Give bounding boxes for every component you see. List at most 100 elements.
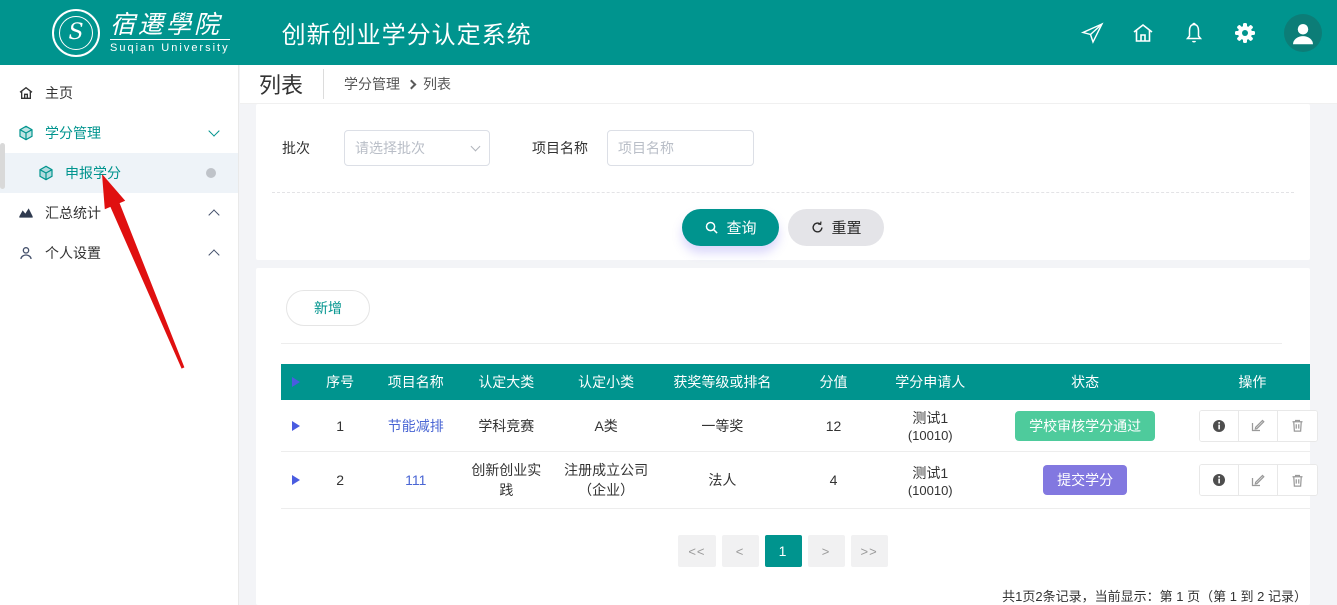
cell-applicant: 测试1 (10010)	[885, 400, 976, 452]
app-header: S 宿遷學院 Suqian University 创新创业学分认定系统	[0, 0, 1337, 65]
sidebar-item-declare-credit[interactable]: 申报学分	[0, 153, 238, 193]
trash-icon	[1290, 418, 1305, 433]
bell-icon[interactable]	[1182, 21, 1206, 45]
row-actions	[1199, 464, 1318, 496]
add-button[interactable]: 新增	[286, 290, 370, 326]
home-icon	[18, 85, 34, 101]
pagination: << < 1 > >>	[256, 535, 1310, 567]
breadcrumb-current: 列表	[423, 74, 451, 94]
delete-button[interactable]	[1278, 465, 1317, 495]
chevron-down-icon	[208, 125, 219, 136]
batch-label: 批次	[282, 138, 310, 158]
project-name-input[interactable]	[607, 130, 754, 166]
divider	[281, 343, 1282, 344]
edit-button[interactable]	[1239, 411, 1278, 441]
project-link[interactable]: 节能减排	[388, 418, 444, 434]
send-icon[interactable]	[1080, 21, 1104, 45]
edit-button[interactable]	[1239, 465, 1278, 495]
col-seq: 序号	[312, 364, 369, 400]
app-title: 创新创业学分认定系统	[282, 15, 532, 50]
cube-icon	[18, 125, 34, 141]
sidebar-item-personal-settings[interactable]: 个人设置	[0, 233, 238, 273]
info-icon	[1211, 472, 1227, 488]
cell-score: 12	[782, 400, 885, 452]
gear-icon[interactable]	[1233, 21, 1257, 45]
breadcrumb: 学分管理 列表	[344, 74, 451, 94]
main-area: 列表 学分管理 列表 批次 请选择批次 项目名称 查	[240, 65, 1337, 605]
home-icon[interactable]	[1131, 21, 1155, 45]
applicant-id: (10010)	[889, 483, 972, 498]
chevron-up-icon	[208, 249, 219, 260]
cell-award: 一等奖	[663, 400, 782, 452]
sidebar-item-label: 申报学分	[65, 163, 195, 183]
page-title: 列表	[259, 68, 303, 100]
sidebar-item-label: 个人设置	[45, 243, 199, 263]
col-status: 状态	[976, 364, 1195, 400]
cell-subcategory: A类	[550, 400, 663, 452]
seal-letter: S	[59, 16, 93, 50]
batch-select[interactable]: 请选择批次	[344, 130, 490, 166]
cell-score: 4	[782, 452, 885, 509]
search-form-row: 批次 请选择批次 项目名称	[256, 130, 1310, 166]
expand-row-icon[interactable]	[292, 475, 300, 485]
reset-button-label: 重置	[832, 217, 862, 238]
pagination-page-1[interactable]: 1	[765, 535, 802, 567]
triangle-right-icon	[292, 377, 300, 387]
info-button[interactable]	[1200, 465, 1239, 495]
sidebar-item-label: 主页	[45, 83, 220, 103]
breadcrumb-parent[interactable]: 学分管理	[344, 74, 400, 94]
applicant-name: 测试1	[912, 465, 948, 481]
expand-all-header[interactable]	[281, 364, 312, 400]
sidebar-item-label: 学分管理	[45, 123, 199, 143]
sidebar-item-home[interactable]: 主页	[0, 73, 238, 113]
pagination-last-button[interactable]: >>	[851, 535, 888, 567]
university-seal-icon: S	[52, 9, 100, 57]
project-name-label: 项目名称	[532, 138, 588, 158]
project-link[interactable]: 111	[405, 472, 426, 488]
query-button[interactable]: 查询	[682, 209, 778, 246]
sidebar-scrollbar[interactable]	[0, 143, 5, 189]
table-panel: 新增 序号 项目名称 认定大类 认定小类 获奖等级或排名	[256, 268, 1310, 605]
info-button[interactable]	[1200, 411, 1239, 441]
search-panel: 批次 请选择批次 项目名称 查询 重置	[256, 104, 1310, 260]
refresh-icon	[810, 220, 825, 235]
breadcrumb-bar: 列表 学分管理 列表	[240, 65, 1337, 104]
chevron-up-icon	[208, 209, 219, 220]
delete-button[interactable]	[1278, 411, 1317, 441]
active-dot-badge	[206, 168, 216, 178]
pagination-prev-button[interactable]: <	[722, 535, 759, 567]
sidebar-item-summary-statistics[interactable]: 汇总统计	[0, 193, 238, 233]
dashed-divider	[272, 192, 1294, 193]
applicant-id: (10010)	[889, 428, 972, 443]
reset-button[interactable]: 重置	[788, 209, 884, 246]
pagination-next-button[interactable]: >	[808, 535, 845, 567]
avatar[interactable]	[1284, 14, 1322, 52]
trash-icon	[1290, 473, 1305, 488]
sidebar-item-credit-management[interactable]: 学分管理	[0, 113, 238, 153]
cell-seq: 1	[312, 400, 369, 452]
table-header: 序号 项目名称 认定大类 认定小类 获奖等级或排名 分值 学分申请人 状态 操作	[281, 364, 1310, 400]
sidebar-item-label: 汇总统计	[45, 203, 199, 223]
cell-applicant: 测试1 (10010)	[885, 452, 976, 509]
expand-row-icon[interactable]	[292, 421, 300, 431]
logo-text: 宿遷學院 Suqian University	[110, 11, 230, 55]
status-badge: 学校审核学分通过	[1015, 411, 1155, 441]
person-icon	[18, 245, 34, 261]
sidebar: 主页 学分管理 申报学分 汇总统计 个人设置	[0, 65, 239, 605]
cell-subcategory: 注册成立公司（企业）	[550, 452, 663, 509]
chart-icon	[18, 205, 34, 221]
edit-icon	[1250, 418, 1265, 433]
cell-award: 法人	[663, 452, 782, 509]
table-row: 1 节能减排 学科竞赛 A类 一等奖 12 测试1 (10010) 学校审核学分…	[281, 400, 1310, 452]
row-actions	[1199, 410, 1318, 442]
credits-table: 序号 项目名称 认定大类 认定小类 获奖等级或排名 分值 学分申请人 状态 操作	[281, 364, 1310, 509]
table-row: 2 111 创新创业实践 注册成立公司（企业） 法人 4 测试1 (10010)…	[281, 452, 1310, 509]
applicant-name: 测试1	[912, 410, 948, 426]
cube-icon	[38, 165, 54, 181]
pagination-first-button[interactable]: <<	[678, 535, 715, 567]
edit-icon	[1250, 473, 1265, 488]
col-applicant: 学分申请人	[885, 364, 976, 400]
chevron-down-icon	[471, 142, 481, 152]
cell-seq: 2	[312, 452, 369, 509]
col-category: 认定大类	[463, 364, 549, 400]
